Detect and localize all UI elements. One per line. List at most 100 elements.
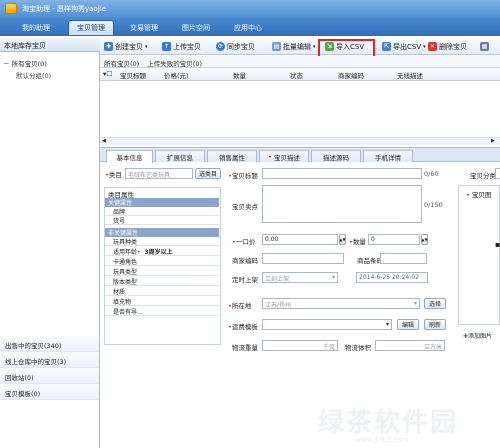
price-label: •一口价	[232, 238, 256, 246]
merchant-code-input[interactable]	[262, 253, 344, 264]
nav-tab-app-center[interactable]: 应用中心	[226, 20, 270, 35]
picture-title: • 宝贝图	[466, 191, 492, 199]
batch-edit-icon: ▤	[272, 42, 281, 51]
import-csv-label: 导入CSV	[336, 42, 365, 51]
property-toy-type[interactable]: 玩具类型	[105, 267, 219, 276]
column-status[interactable]: 状态	[290, 70, 303, 80]
horizontal-scrollbar[interactable]: ◀ ▶	[100, 137, 500, 145]
sidebar-item-warehouse[interactable]: 线上仓库中的宝贝(3)	[0, 352, 99, 368]
delete-icon: ✕	[428, 42, 437, 51]
schedule-label: 定时上架	[232, 276, 258, 284]
select-category-button[interactable]: 选类目	[195, 168, 221, 179]
property-version[interactable]: 版本类型	[105, 277, 219, 286]
property-cartoon-character[interactable]: 卡通角色	[105, 257, 219, 266]
selling-point-textarea[interactable]	[262, 185, 422, 223]
refresh-shipping-button[interactable]: 刷新	[424, 319, 446, 330]
item-category-label: 宝贝分类	[470, 172, 496, 180]
selling-point-label: 宝贝卖点	[232, 203, 258, 211]
tab-extended-info[interactable]: 扩展信息	[155, 150, 205, 162]
more-button[interactable]: ▦	[480, 40, 489, 53]
sync-icon: ⟳	[216, 42, 225, 51]
selling-point-counter: 0/150	[424, 201, 443, 209]
add-picture-link[interactable]: ✚添加图片	[463, 331, 492, 340]
nav-tab-item-management[interactable]: 宝贝管理	[68, 20, 114, 35]
tree-item-default-group[interactable]: 默认分组(0)	[16, 70, 51, 80]
title-input[interactable]	[262, 168, 422, 179]
scroll-right-icon[interactable]: ▶	[491, 139, 496, 144]
create-item-button[interactable]: ✚ 创建宝贝 ▾	[104, 40, 148, 53]
property-has-guide[interactable]: 是否有导…	[105, 307, 219, 316]
filter-all-items[interactable]: 所有宝贝(0)	[104, 60, 139, 68]
location-select[interactable]: 江苏/扬州 ▾	[262, 298, 420, 309]
toolbar: ✚ 创建宝贝 ▾ ↑ 上传宝贝 ⟳ 同步宝贝 ▤ 批量编辑 ▾ ⇲ 导入CSV ⇱ 导出CSV ▾…	[100, 38, 500, 67]
upload-item-button[interactable]: ↑ 上传宝贝	[162, 40, 201, 53]
upload-icon: ↑	[162, 42, 171, 51]
scroll-left-icon[interactable]: ◀	[102, 139, 107, 144]
picture-nav-icon[interactable]: ▪	[495, 240, 500, 249]
volume-label: 物流体积	[345, 344, 371, 352]
main-nav: 我的助理 宝贝管理 交易管理 图片空间 应用中心	[0, 18, 500, 36]
window-title: 淘宝助理 - 愿样狗秀yaojie	[22, 5, 106, 13]
more-icon: ▦	[480, 42, 489, 51]
location-select-button[interactable]: 选择	[424, 298, 446, 309]
property-filling[interactable]: 填充物	[105, 297, 219, 306]
column-title[interactable]: 宝贝标题	[120, 70, 146, 80]
quantity-stepper[interactable]: ▲▼	[421, 234, 428, 245]
price-input[interactable]: 0.00	[262, 234, 338, 245]
property-material[interactable]: 材质	[105, 287, 219, 296]
tab-mobile-details[interactable]: 手机详情	[363, 150, 413, 162]
tab-sales-attributes[interactable]: 销售属性	[207, 150, 257, 162]
sync-item-button[interactable]: ⟳ 同步宝贝	[216, 40, 255, 53]
sidebar-item-templates[interactable]: 宝贝模板(0)	[0, 384, 99, 400]
nav-tab-trade-management[interactable]: 交易管理	[122, 20, 166, 35]
column-merchant-code[interactable]: 商家编码	[338, 70, 364, 80]
volume-input[interactable]: 立方米	[375, 340, 445, 351]
chevron-down-icon: ▾	[413, 300, 417, 307]
tab-item-description-label: 宝贝描述	[273, 153, 300, 162]
tab-basic-info[interactable]: 基本信息	[106, 150, 153, 163]
edit-shipping-button[interactable]: 编辑	[397, 319, 419, 330]
sidebar: 本地库存宝贝 － 所有宝贝(0) 默认分组(0) 出售中的宝贝(340) 线上仓…	[0, 38, 100, 448]
tab-description-source[interactable]: 描述源码	[311, 150, 361, 162]
tab-item-description[interactable]: • 宝贝描述	[259, 150, 309, 162]
sidebar-header: 本地库存宝贝	[0, 38, 100, 52]
schedule-select[interactable]: 立刻上架 ▾	[262, 272, 338, 283]
collapse-icon[interactable]: －	[3, 60, 10, 68]
property-toy-kind[interactable]: 玩具种类	[105, 237, 219, 246]
sidebar-item-recycle-bin[interactable]: 回收站(0)	[0, 368, 99, 384]
nonkey-properties-section: 非关键属性	[105, 228, 219, 237]
quantity-input[interactable]: 0	[368, 234, 420, 245]
batch-edit-button[interactable]: ▤ 批量编辑 ▾	[272, 40, 316, 53]
barcode-input[interactable]	[380, 253, 427, 264]
chevron-down-icon: ▾	[331, 274, 335, 281]
property-brand[interactable]: 品牌	[105, 207, 219, 216]
import-csv-button[interactable]: ⇲ 导入CSV	[325, 40, 364, 53]
column-quantity[interactable]: 数量	[233, 70, 246, 80]
title-counter: 0/60	[424, 170, 439, 178]
nav-tab-picture-space[interactable]: 图片空间	[174, 20, 218, 35]
filter-failed-items[interactable]: 上传失败的宝贝(0)	[147, 60, 202, 68]
watermark-text: 绿茶软件园	[318, 408, 459, 438]
weight-input[interactable]: 千克	[262, 340, 338, 351]
picture-title-label: 宝贝图	[471, 191, 492, 199]
nav-tab-my-assistant[interactable]: 我的助理	[14, 20, 58, 35]
item-category-select[interactable]	[495, 168, 500, 179]
add-picture-label: 添加图片	[468, 333, 493, 340]
property-age-value: 3周岁以上	[144, 249, 173, 256]
property-age-label: 适用年龄	[113, 249, 138, 256]
delete-item-button[interactable]: ✕ 删除宝贝	[428, 40, 467, 53]
property-sku[interactable]: 货号	[105, 216, 219, 225]
property-age[interactable]: 适用年龄• 3周岁以上	[105, 247, 219, 256]
picture-panel	[458, 185, 500, 325]
export-csv-button[interactable]: ⇱ 导出CSV ▾	[382, 40, 426, 53]
category-field[interactable]: 毛绒布艺类玩具	[125, 168, 193, 179]
required-mark: •	[268, 152, 272, 161]
shipping-template-select[interactable]: ▾	[262, 319, 392, 330]
schedule-time-input[interactable]: 2014-6-25 20:24:02	[356, 272, 428, 283]
column-price[interactable]: 价格(元)	[164, 70, 189, 80]
tree-item-all[interactable]: － 所有宝贝(0)	[3, 58, 47, 68]
column-mobile-desc[interactable]: 无线描述	[397, 70, 423, 80]
sidebar-item-on-sale[interactable]: 出售中的宝贝(340)	[0, 336, 99, 352]
price-stepper[interactable]: ▲▼	[339, 234, 346, 245]
select-all-checkbox[interactable]: ▾☐	[103, 70, 112, 78]
